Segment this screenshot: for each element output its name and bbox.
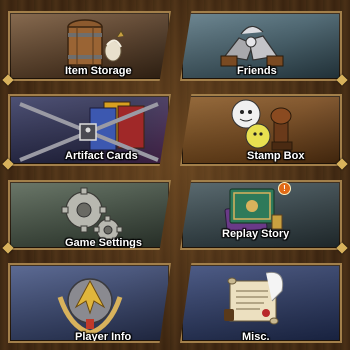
player-info-label: Player Info bbox=[75, 331, 132, 343]
friends-label: Friends bbox=[237, 65, 277, 77]
game-settings-button[interactable]: Game Settings bbox=[8, 180, 171, 250]
replay-story-button[interactable]: ! Replay Story bbox=[180, 180, 342, 250]
stamp-box-button[interactable]: Stamp Box bbox=[180, 94, 342, 166]
replay-story-alert-badge: ! bbox=[278, 182, 291, 195]
replay-story-label: Replay Story bbox=[222, 228, 290, 240]
item-storage-label: Item Storage bbox=[65, 65, 132, 77]
game-settings-label: Game Settings bbox=[65, 237, 143, 249]
artifact-cards-button[interactable]: Artifact Cards bbox=[8, 94, 171, 166]
crest-emblem-icon bbox=[57, 278, 123, 336]
stamp-box-label: Stamp Box bbox=[247, 150, 305, 162]
misc-label: Misc. bbox=[242, 331, 270, 343]
scroll-quill-icon bbox=[224, 271, 284, 325]
misc-button[interactable]: Misc. bbox=[180, 263, 342, 343]
artifact-cards-label: Artifact Cards bbox=[65, 150, 138, 162]
friends-button[interactable]: Friends bbox=[180, 11, 342, 81]
item-storage-button[interactable]: Item Storage bbox=[8, 11, 171, 81]
player-info-button[interactable]: Player Info bbox=[8, 263, 171, 343]
